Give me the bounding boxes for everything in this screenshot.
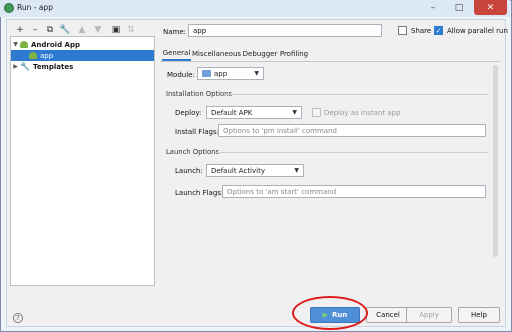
apply-button[interactable]: Apply	[406, 307, 452, 323]
launch-flags-label: Launch Flags:	[175, 189, 224, 197]
configuration-tree: ▼ Android App app ▶ 🔧 Templates	[10, 36, 155, 286]
install-flags-field[interactable]: Options to 'pm install' command	[218, 124, 486, 137]
folder-icon[interactable]: ▣	[110, 24, 122, 36]
allow-parallel-run-label: Allow parallel run	[447, 27, 508, 35]
wrench-icon: 🔧	[20, 62, 30, 71]
expanded-caret-icon: ▼	[13, 41, 18, 48]
tab-general[interactable]: General	[162, 47, 191, 61]
deploy-instant-checkbox[interactable]	[312, 108, 321, 117]
sort-icon[interactable]: ⇅	[125, 24, 137, 36]
remove-configuration-button[interactable]: –	[29, 24, 41, 36]
collapsed-caret-icon: ▶	[13, 63, 18, 70]
close-button[interactable]: ✕	[474, 0, 507, 15]
vertical-scrollbar[interactable]	[493, 65, 498, 257]
module-folder-icon	[202, 70, 211, 77]
launch-options-title: Launch Options	[166, 148, 219, 156]
tree-item-templates[interactable]: ▶ 🔧 Templates	[11, 61, 154, 72]
add-configuration-button[interactable]: +	[14, 24, 26, 36]
tree-item-label: app	[40, 51, 54, 60]
launch-flags-field[interactable]: Options to 'am start' command	[222, 185, 486, 198]
copy-configuration-button[interactable]: ⧉	[44, 24, 56, 36]
move-down-icon[interactable]: ▼	[92, 24, 104, 36]
chevron-down-icon: ▼	[294, 167, 299, 174]
chevron-down-icon: ▼	[254, 70, 259, 77]
installation-options-title: Installation Options	[166, 90, 233, 98]
launch-value: Default Activity	[211, 166, 265, 175]
module-label: Module:	[167, 71, 195, 79]
run-button[interactable]: ▶ Run	[310, 307, 360, 323]
section-divider	[224, 94, 488, 95]
name-label: Name:	[163, 28, 187, 36]
install-flags-label: Install Flags:	[175, 128, 220, 136]
deploy-value: Default APK	[211, 108, 253, 117]
name-field[interactable]: app	[188, 24, 382, 37]
module-value: app	[214, 69, 228, 78]
window-title: Run - app	[17, 3, 53, 12]
deploy-instant-label: Deploy as instant app	[324, 109, 401, 117]
help-button[interactable]: Help	[458, 307, 500, 323]
tree-item-label: Android App	[31, 40, 80, 49]
android-icon	[20, 41, 28, 48]
run-button-label: Run	[332, 311, 348, 319]
minimize-button[interactable]: –	[421, 0, 445, 15]
tab-debugger[interactable]: Debugger	[242, 47, 278, 61]
share-label: Share	[411, 27, 432, 35]
play-icon: ▶	[322, 311, 329, 319]
deploy-label: Deploy:	[175, 109, 202, 117]
share-checkbox[interactable]	[398, 26, 407, 35]
move-up-icon[interactable]: ▲	[76, 24, 88, 36]
cancel-button[interactable]: Cancel	[366, 307, 410, 323]
android-studio-icon	[4, 3, 14, 13]
tree-item-label: Templates	[32, 62, 74, 71]
section-divider	[215, 152, 488, 153]
launch-label: Launch:	[175, 167, 203, 175]
launch-select[interactable]: Default Activity ▼	[206, 164, 304, 177]
tree-item-app[interactable]: app	[11, 50, 154, 61]
help-icon[interactable]: ?	[13, 313, 23, 323]
maximize-button[interactable]: □	[447, 0, 471, 15]
tab-miscellaneous[interactable]: Miscellaneous	[192, 47, 241, 61]
chevron-down-icon: ▼	[292, 109, 297, 116]
allow-parallel-run-checkbox[interactable]: ✓	[434, 26, 443, 35]
tree-item-android-app[interactable]: ▼ Android App	[11, 39, 154, 50]
module-select[interactable]: app ▼	[197, 67, 264, 80]
android-icon	[29, 52, 37, 59]
deploy-select[interactable]: Default APK ▼	[206, 106, 302, 119]
edit-defaults-icon[interactable]: 🔧	[59, 24, 71, 36]
tab-divider	[160, 61, 500, 62]
tab-profiling[interactable]: Profiling	[279, 47, 309, 61]
